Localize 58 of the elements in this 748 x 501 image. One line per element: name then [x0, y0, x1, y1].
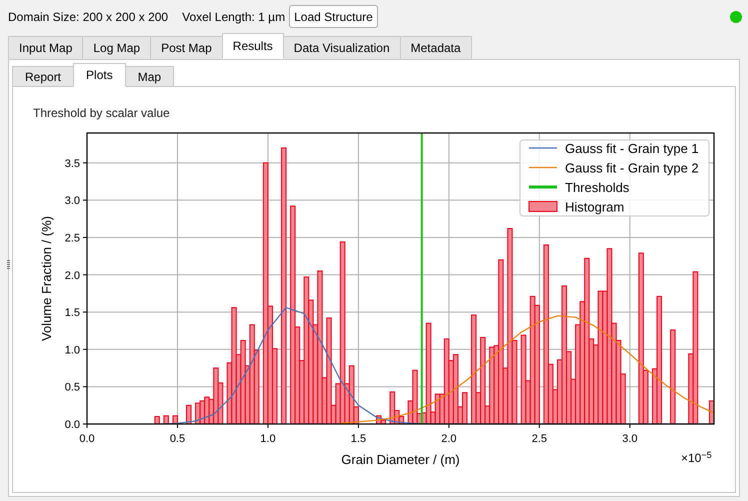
tab[interactable]: Input Map [8, 36, 84, 59]
tick-mark [448, 424, 450, 428]
legend-swatch [528, 201, 558, 212]
tick-mark [82, 162, 87, 164]
subtab[interactable]: Plots [73, 63, 126, 87]
x-tick-label: 2.5 [532, 433, 548, 445]
tick-mark [82, 200, 87, 201]
tick-mark [629, 424, 630, 428]
tick-mark [267, 424, 268, 428]
y-tick-label: 0.0 [64, 419, 80, 431]
domain-size-text: Domain Size: 200 x 200 x 200 [8, 8, 168, 26]
y-tick-label: 2.0 [64, 270, 80, 282]
legend-label: Thresholds [565, 180, 630, 195]
legend-label: Histogram [565, 200, 624, 214]
tick-mark [82, 312, 87, 313]
x-tick-label: 3.0 [622, 433, 638, 445]
tick-mark [176, 424, 178, 428]
x-tick-label: 0.0 [79, 433, 95, 445]
subtab[interactable]: Map [124, 66, 174, 87]
tab[interactable]: Metadata [400, 36, 472, 59]
y-tick-label: 3.5 [64, 158, 80, 170]
x-tick-label: 2.0 [441, 433, 457, 445]
histogram-bar [708, 400, 714, 424]
legend-swatch [529, 186, 557, 188]
subtab[interactable]: Report [12, 66, 74, 87]
tick-mark [82, 348, 87, 350]
legend-label: Gauss fit - Grain type 1 [565, 141, 699, 156]
tab[interactable]: Data Visualization [282, 36, 401, 59]
y-tick-label: 3.0 [64, 195, 80, 208]
tick-mark [82, 386, 87, 388]
legend-line [529, 166, 557, 168]
histogram-bar [154, 416, 160, 424]
voxel-length-text: Voxel Length: 1 µm [182, 8, 286, 26]
y-tick-label: 0.5 [64, 382, 80, 394]
tab[interactable]: Log Map [82, 36, 152, 59]
legend-label: Gauss fit - Grain type 2 [565, 160, 699, 176]
tick-mark [82, 236, 87, 238]
tick-mark [82, 274, 87, 276]
histogram-bar [163, 415, 169, 424]
histogram-bar [186, 404, 192, 424]
legend-line [529, 147, 557, 149]
tab[interactable]: Post Map [150, 36, 223, 59]
y-tick-label: 1.5 [64, 307, 80, 320]
chart-title: Threshold by scalar value [33, 106, 170, 120]
x-tick-label: 0.5 [170, 433, 186, 445]
load-structure-button[interactable]: Load Structure [289, 5, 378, 28]
x-tick-label: 1.5 [350, 433, 366, 445]
y-axis-label: Volume Fraction / (%) [39, 216, 54, 341]
x-axis-label: Grain Diameter / (m) [341, 452, 460, 467]
x-offset-label: ×10$^{−5}$ [681, 449, 712, 467]
tick-mark [358, 424, 359, 428]
y-tick-label: 2.5 [64, 232, 80, 244]
y-tick-label: 1.0 [64, 344, 80, 356]
splitter-grip-icon[interactable] [7, 260, 10, 270]
histogram-bar [172, 415, 178, 424]
tick-mark [538, 424, 540, 428]
tab[interactable]: Results [222, 33, 284, 59]
x-tick-label: 1.0 [260, 433, 276, 445]
